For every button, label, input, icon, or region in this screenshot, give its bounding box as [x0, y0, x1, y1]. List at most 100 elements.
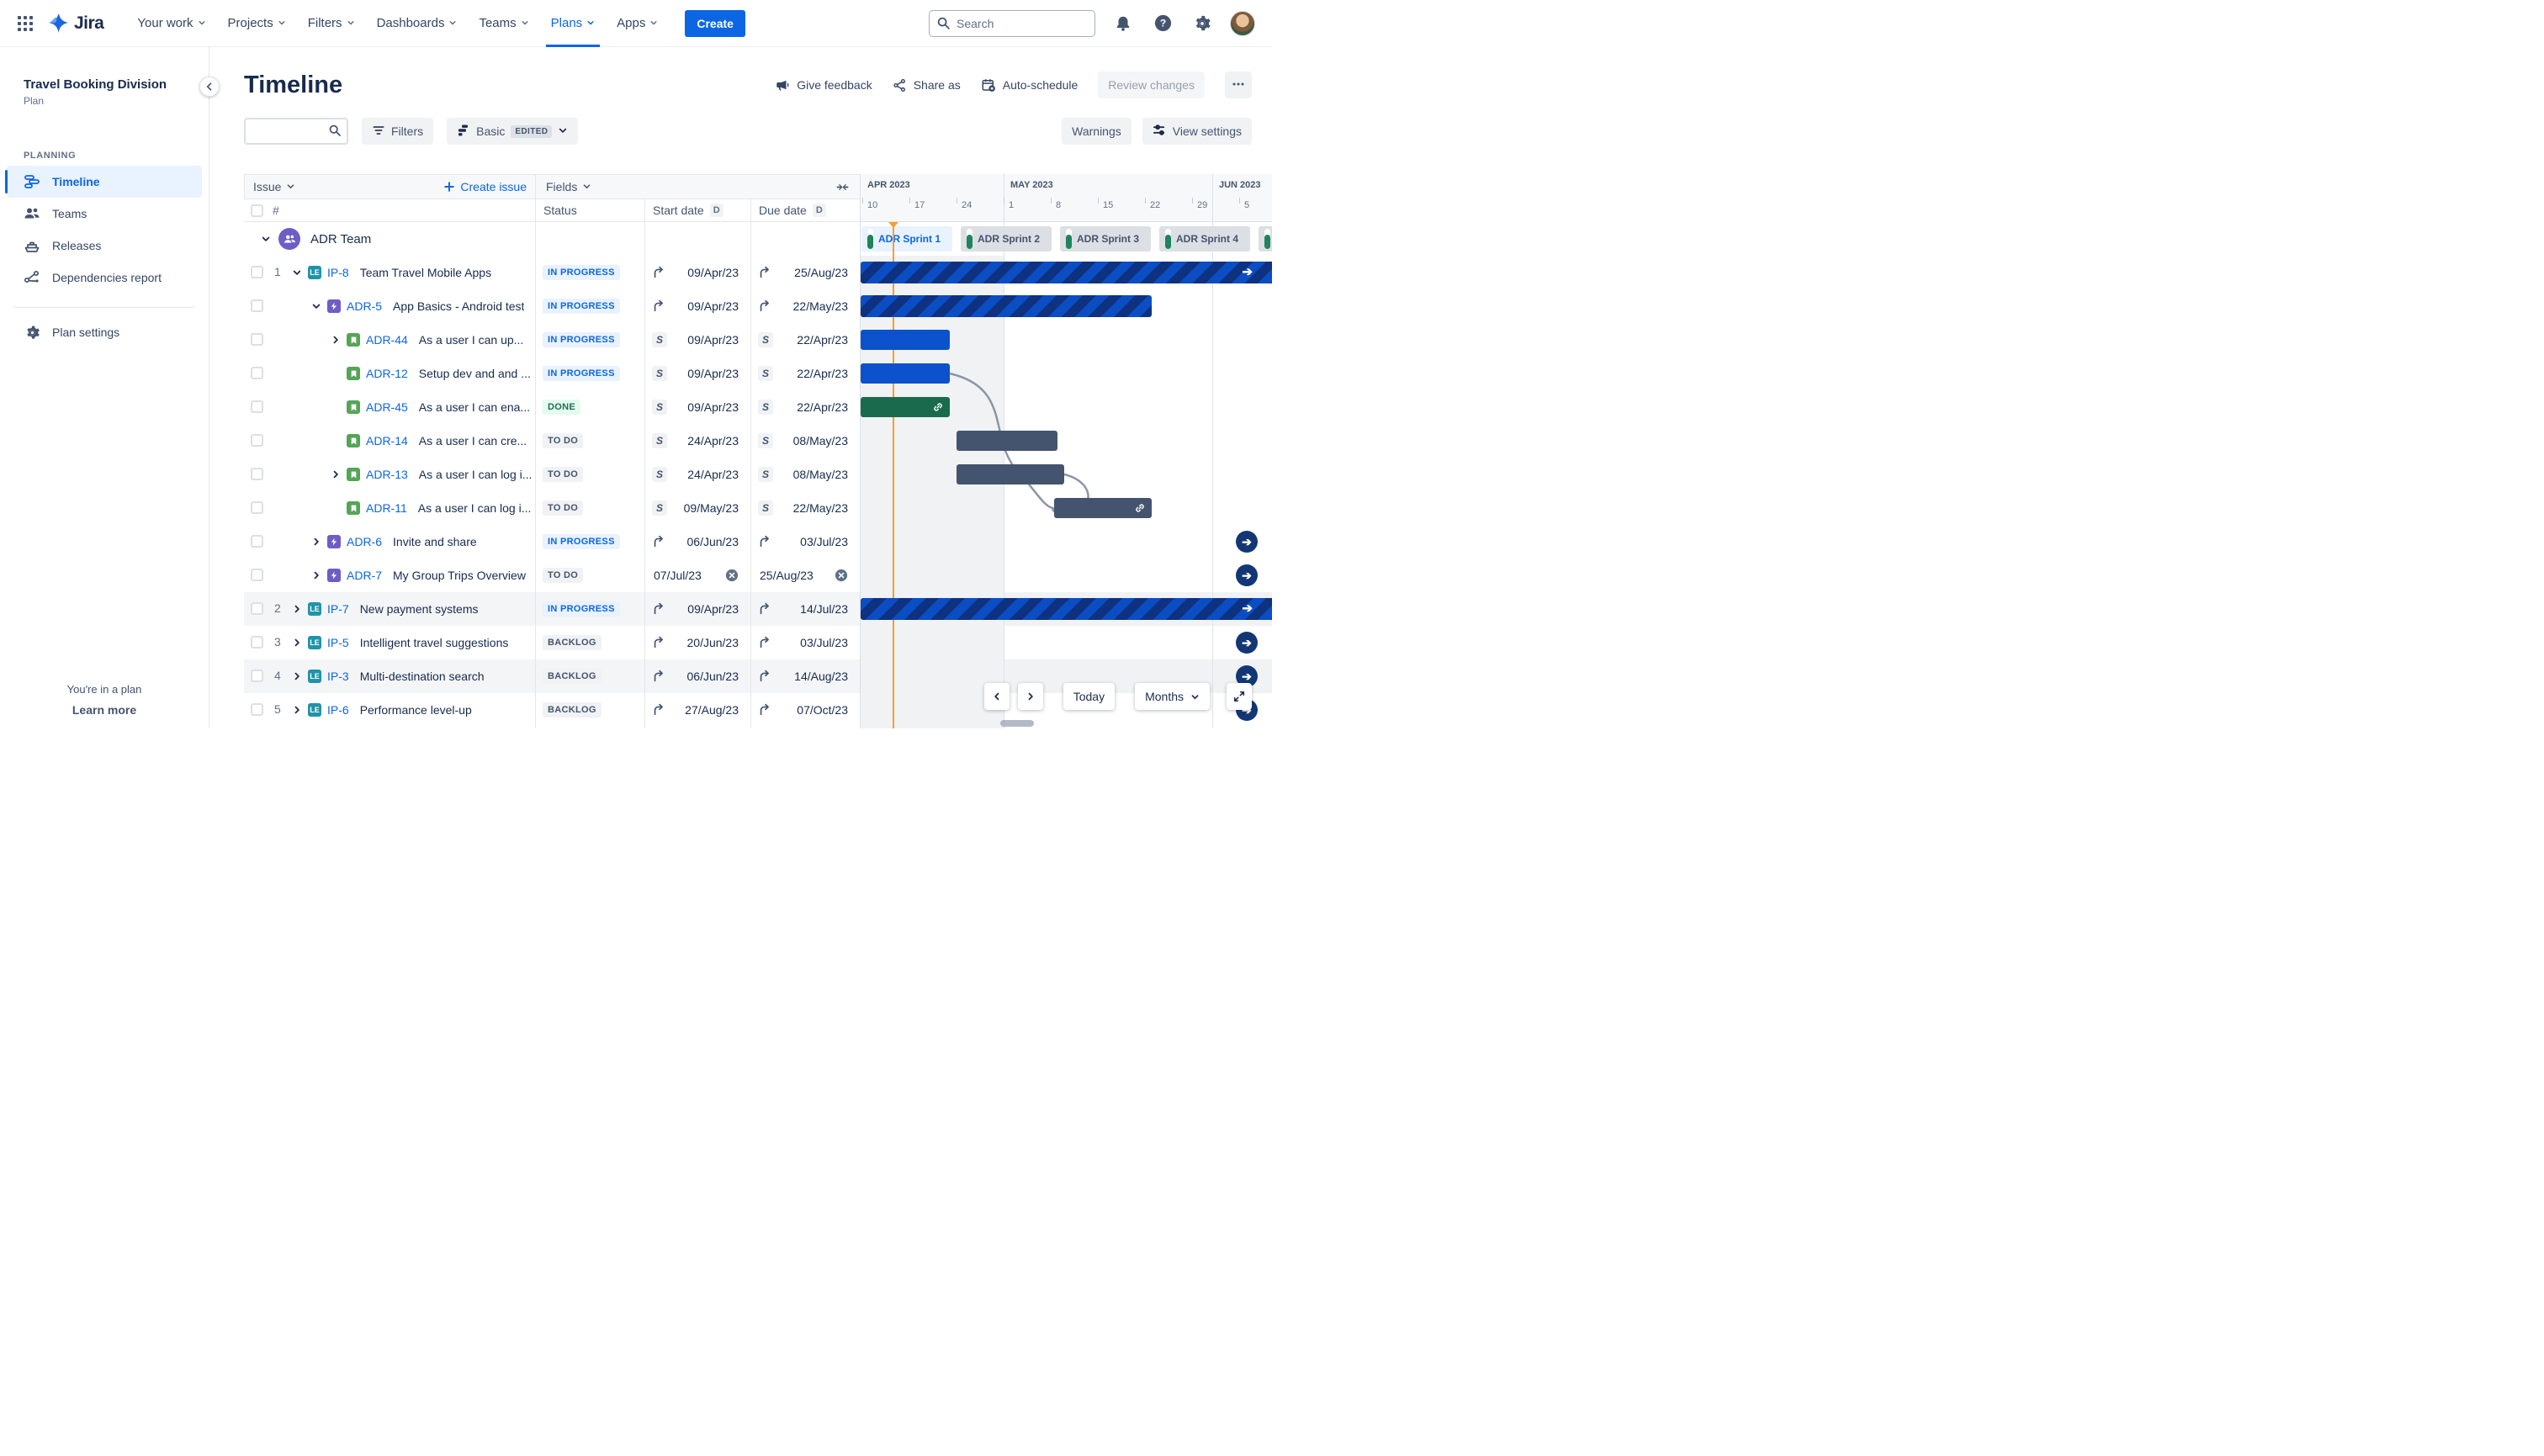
expand-chevron-icon[interactable] — [290, 636, 304, 649]
scroll-to-bar-button[interactable]: ➔ — [1236, 564, 1258, 586]
collapse-chevron-icon[interactable] — [290, 266, 304, 279]
gantt-bar-IP-8[interactable]: ➔ — [861, 262, 1272, 283]
gantt-bar-ADR-14[interactable] — [957, 431, 1057, 451]
select-all-checkbox[interactable] — [251, 204, 263, 217]
issue-key-link[interactable]: ADR-13 — [366, 468, 408, 481]
row-checkbox[interactable] — [251, 602, 263, 615]
issue-key-link[interactable]: IP-6 — [327, 703, 349, 717]
sidebar-item-timeline[interactable]: Timeline — [5, 166, 202, 198]
row-checkbox[interactable] — [251, 333, 263, 346]
settings-gear-icon[interactable] — [1190, 12, 1214, 35]
row-checkbox[interactable] — [251, 400, 263, 413]
share-as-button[interactable]: Share as — [893, 78, 961, 93]
row-checkbox[interactable] — [251, 670, 263, 682]
filters-button[interactable]: Filters — [362, 118, 434, 145]
search-input[interactable] — [929, 9, 1095, 37]
issue-key-link[interactable]: ADR-45 — [366, 400, 408, 414]
issue-key-link[interactable]: ADR-44 — [366, 333, 408, 347]
expand-chevron-icon[interactable] — [329, 333, 342, 347]
expand-chevron-icon[interactable] — [310, 535, 323, 548]
app-switcher-icon[interactable] — [12, 10, 39, 37]
nav-item-teams[interactable]: Teams — [470, 0, 537, 47]
pan-left-button[interactable] — [983, 683, 1010, 710]
sidebar-item-plan-settings[interactable]: Plan settings — [7, 316, 202, 348]
user-avatar[interactable] — [1230, 10, 1255, 36]
create-button[interactable]: Create — [685, 9, 745, 37]
issue-header-dropdown[interactable]: Issue — [253, 180, 281, 193]
horizontal-scrollbar-thumb[interactable] — [1000, 720, 1034, 727]
issue-key-link[interactable]: ADR-6 — [347, 535, 382, 548]
row-checkbox[interactable] — [251, 299, 263, 312]
row-checkbox[interactable] — [251, 468, 263, 480]
nav-item-projects[interactable]: Projects — [220, 0, 294, 47]
date-value: 22/May/23 — [792, 501, 848, 515]
row-checkbox[interactable] — [251, 636, 263, 649]
row-checkbox[interactable] — [251, 703, 263, 716]
scroll-to-bar-button[interactable]: ➔ — [1236, 531, 1258, 553]
gantt-bar-ADR-13[interactable] — [957, 464, 1064, 484]
row-checkbox[interactable] — [251, 535, 263, 548]
expand-chevron-icon[interactable] — [290, 602, 304, 616]
issue-key-link[interactable]: ADR-14 — [366, 434, 408, 447]
view-settings-button[interactable]: View settings — [1142, 118, 1252, 145]
nav-item-plans[interactable]: Plans — [543, 0, 604, 47]
help-icon[interactable]: ? — [1151, 12, 1174, 35]
nav-item-your-work[interactable]: Your work — [129, 0, 214, 47]
learn-more-link[interactable]: Learn more — [0, 703, 209, 717]
gantt-bar-ADR-44[interactable] — [861, 330, 950, 350]
issue-row: ADR-14 As a user I can cre... TO DO S 24/Ap… — [244, 424, 860, 458]
zoom-level-dropdown[interactable]: Months — [1135, 683, 1210, 710]
today-button[interactable]: Today — [1063, 683, 1116, 710]
issue-key-link[interactable]: ADR-12 — [366, 367, 408, 380]
auto-schedule-button[interactable]: Auto-schedule — [981, 77, 1078, 93]
issue-key-link[interactable]: ADR-11 — [366, 501, 407, 515]
issue-key-link[interactable]: IP-8 — [327, 266, 349, 279]
issue-key-link[interactable]: IP-5 — [327, 636, 349, 649]
issue-key-link[interactable]: IP-7 — [327, 602, 349, 616]
row-checkbox[interactable] — [251, 434, 263, 447]
expand-chevron-icon[interactable] — [310, 569, 323, 582]
collapse-chevron-icon[interactable] — [310, 299, 323, 313]
expand-chevron-icon[interactable] — [290, 670, 304, 683]
fullscreen-button[interactable] — [1227, 683, 1252, 710]
expand-chevron-icon[interactable] — [290, 703, 304, 717]
notifications-icon[interactable] — [1111, 12, 1135, 35]
give-feedback-button[interactable]: Give feedback — [775, 77, 872, 93]
fields-header-dropdown[interactable]: Fields — [546, 180, 577, 193]
row-checkbox[interactable] — [251, 367, 263, 379]
issue-key-link[interactable]: IP-3 — [327, 670, 349, 683]
dependency-link-icon[interactable] — [932, 401, 944, 413]
row-checkbox[interactable] — [251, 501, 263, 514]
scroll-to-bar-button[interactable]: ➔ — [1236, 632, 1258, 654]
row-checkbox[interactable] — [251, 569, 263, 581]
gantt-bar-IP-7[interactable]: ➔ — [861, 598, 1272, 620]
review-changes-button[interactable]: Review changes — [1098, 71, 1205, 98]
create-issue-button[interactable]: Create issue — [443, 180, 527, 193]
collapse-fields-icon[interactable] — [835, 180, 850, 194]
view-selector-button[interactable]: Basic EDITED — [447, 118, 579, 145]
gantt-bar-ADR-12[interactable] — [861, 363, 950, 384]
expand-chevron-icon[interactable] — [329, 468, 342, 481]
nav-item-apps[interactable]: Apps — [608, 0, 666, 47]
jira-logo[interactable]: Jira — [47, 13, 112, 34]
nav-item-filters[interactable]: Filters — [299, 0, 363, 47]
dependency-link-icon[interactable] — [1134, 502, 1146, 514]
issue-key-link[interactable]: ADR-7 — [347, 569, 382, 582]
remove-date-icon[interactable] — [725, 569, 739, 582]
pan-right-button[interactable] — [1017, 683, 1043, 710]
collapse-chevron-icon[interactable] — [259, 232, 273, 246]
sidebar-item-releases[interactable]: Releases — [7, 230, 202, 262]
sidebar-item-teams[interactable]: Teams — [7, 198, 202, 230]
warnings-button[interactable]: Warnings — [1062, 118, 1132, 145]
sidebar-collapse-button[interactable] — [199, 77, 220, 97]
nav-item-dashboards[interactable]: Dashboards — [368, 0, 466, 47]
gantt-bar-ADR-45[interactable] — [861, 397, 950, 417]
remove-date-icon[interactable] — [835, 569, 848, 582]
gantt-bar-ADR-11[interactable] — [1054, 498, 1152, 518]
issue-key-link[interactable]: ADR-5 — [347, 299, 382, 313]
sidebar-item-dependencies-report[interactable]: Dependencies report — [7, 262, 202, 294]
date-value: 06/Jun/23 — [686, 670, 739, 683]
row-checkbox[interactable] — [251, 266, 263, 278]
gantt-bar-ADR-5[interactable] — [861, 295, 1152, 317]
more-actions-button[interactable] — [1225, 71, 1252, 98]
